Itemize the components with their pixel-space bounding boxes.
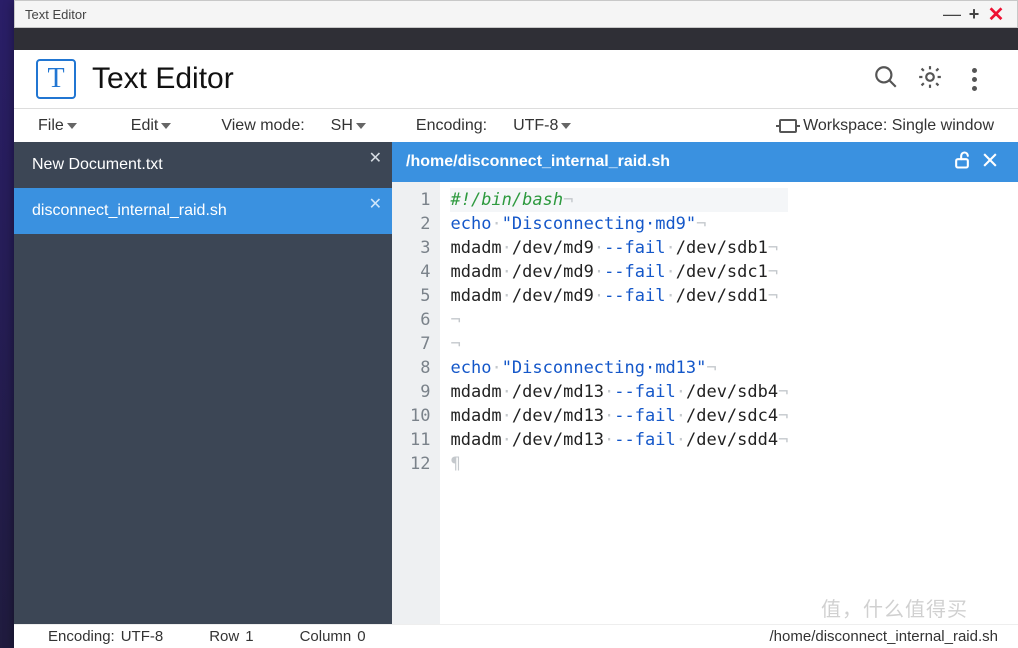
more-menu-button[interactable] bbox=[952, 57, 996, 101]
status-row-value: 1 bbox=[245, 628, 253, 645]
encoding-select[interactable]: UTF-8 bbox=[509, 117, 575, 135]
sidebar-item-label: disconnect_internal_raid.sh bbox=[32, 202, 227, 219]
line-number: 4 bbox=[410, 260, 430, 284]
line-number: 9 bbox=[410, 380, 430, 404]
code-line[interactable]: echo·"Disconnecting·md9"¬ bbox=[450, 212, 788, 236]
window-close-button[interactable]: ✕ bbox=[985, 3, 1007, 25]
sidebar-item[interactable]: New Document.txt ✕ bbox=[14, 142, 392, 188]
line-number: 11 bbox=[410, 428, 430, 452]
code-line[interactable]: mdadm·/dev/md13·--fail·/dev/sdb4¬ bbox=[450, 380, 788, 404]
window-title: Text Editor bbox=[25, 7, 86, 22]
sidebar-item[interactable]: disconnect_internal_raid.sh ✕ bbox=[14, 188, 392, 234]
line-number-gutter: 123456789101112 bbox=[392, 182, 440, 624]
code-line[interactable]: ¬ bbox=[450, 332, 788, 356]
viewmode-label: View mode: bbox=[221, 117, 304, 135]
menubar: File Edit View mode: SH Encoding: UTF-8 … bbox=[14, 108, 1018, 142]
unlock-button[interactable] bbox=[948, 148, 976, 176]
statusbar: Encoding: UTF-8 Row 1 Column 0 /home/dis… bbox=[14, 624, 1018, 648]
close-icon[interactable]: ✕ bbox=[369, 148, 382, 168]
menu-file[interactable]: File bbox=[34, 117, 81, 135]
decorative-band bbox=[14, 28, 1018, 50]
line-number: 5 bbox=[410, 284, 430, 308]
gear-icon bbox=[917, 64, 943, 95]
close-icon bbox=[980, 150, 1000, 175]
code-line[interactable]: mdadm·/dev/md9·--fail·/dev/sdc1¬ bbox=[450, 260, 788, 284]
window-minimize-button[interactable]: — bbox=[941, 3, 963, 25]
status-filepath: /home/disconnect_internal_raid.sh bbox=[770, 628, 998, 645]
file-sidebar: New Document.txt✕disconnect_internal_rai… bbox=[14, 142, 392, 624]
status-encoding-value: UTF-8 bbox=[121, 628, 164, 645]
workspace-mode-button[interactable]: Workspace: Single window bbox=[775, 117, 998, 135]
search-button[interactable] bbox=[864, 57, 908, 101]
app-header: T Text Editor bbox=[14, 50, 1018, 108]
code-line[interactable]: mdadm·/dev/md9·--fail·/dev/sdb1¬ bbox=[450, 236, 788, 260]
text-editor-window: Text Editor — + ✕ T Text Editor bbox=[14, 0, 1018, 648]
code-line[interactable]: echo·"Disconnecting·md13"¬ bbox=[450, 356, 788, 380]
code-area[interactable]: 123456789101112 #!/bin/bash¬echo·"Discon… bbox=[392, 182, 1018, 624]
code-line[interactable]: #!/bin/bash¬ bbox=[450, 188, 788, 212]
chevron-down-icon bbox=[356, 123, 366, 129]
line-number: 3 bbox=[410, 236, 430, 260]
main-area: New Document.txt✕disconnect_internal_rai… bbox=[14, 142, 1018, 624]
sidebar-item-label: New Document.txt bbox=[32, 156, 163, 173]
line-number: 7 bbox=[410, 332, 430, 356]
status-col-value: 0 bbox=[357, 628, 365, 645]
window-titlebar[interactable]: Text Editor — + ✕ bbox=[14, 0, 1018, 28]
code-line[interactable]: mdadm·/dev/md13·--fail·/dev/sdc4¬ bbox=[450, 404, 788, 428]
workspace-icon bbox=[779, 119, 797, 133]
status-col-label: Column bbox=[300, 628, 352, 645]
search-icon bbox=[873, 64, 899, 95]
window-maximize-button[interactable]: + bbox=[963, 3, 985, 25]
code-editor: /home/disconnect_internal_raid.sh 12 bbox=[392, 142, 1018, 624]
app-icon: T bbox=[36, 59, 76, 99]
settings-button[interactable] bbox=[908, 57, 952, 101]
menu-edit[interactable]: Edit bbox=[127, 117, 176, 135]
code-text[interactable]: #!/bin/bash¬echo·"Disconnecting·md9"¬mda… bbox=[440, 182, 798, 624]
close-icon[interactable]: ✕ bbox=[369, 194, 382, 214]
code-line[interactable]: ¶ bbox=[450, 452, 788, 476]
viewmode-select[interactable]: SH bbox=[327, 117, 370, 135]
line-number: 10 bbox=[410, 404, 430, 428]
status-row-label: Row bbox=[209, 628, 239, 645]
code-line[interactable]: mdadm·/dev/md13·--fail·/dev/sdd4¬ bbox=[450, 428, 788, 452]
editor-header: /home/disconnect_internal_raid.sh bbox=[392, 142, 1018, 182]
encoding-label: Encoding: bbox=[416, 117, 487, 135]
status-encoding-label: Encoding: bbox=[48, 628, 115, 645]
line-number: 8 bbox=[410, 356, 430, 380]
chevron-down-icon bbox=[67, 123, 77, 129]
editor-close-button[interactable] bbox=[976, 148, 1004, 176]
line-number: 12 bbox=[410, 452, 430, 476]
editor-filepath: /home/disconnect_internal_raid.sh bbox=[406, 153, 670, 171]
code-line[interactable]: ¬ bbox=[450, 308, 788, 332]
chevron-down-icon bbox=[561, 123, 571, 129]
workspace-label: Workspace: Single window bbox=[803, 117, 994, 135]
line-number: 1 bbox=[410, 188, 430, 212]
line-number: 2 bbox=[410, 212, 430, 236]
line-number: 6 bbox=[410, 308, 430, 332]
code-line[interactable]: mdadm·/dev/md9·--fail·/dev/sdd1¬ bbox=[450, 284, 788, 308]
app-title: Text Editor bbox=[92, 62, 234, 96]
chevron-down-icon bbox=[161, 123, 171, 129]
unlock-icon bbox=[952, 150, 972, 175]
